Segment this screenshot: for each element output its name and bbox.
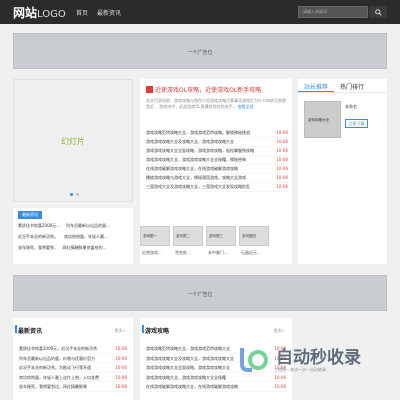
news-left[interactable]: 近况手本业的新功秀。 [18, 234, 58, 245]
news-right[interactable]: 宾坊惊热量，年轻人最... [64, 234, 108, 245]
ad-text: 一个广告位 [187, 50, 213, 56]
recommend-item-name[interactable]: 未命名 [345, 104, 357, 110]
feature-more-link[interactable]: 查看全部 [238, 104, 254, 109]
thumbnail[interactable]: 游戏图一 [140, 226, 170, 246]
list-item[interactable]: 播放游戏攻略与游戏大全，揭秘潜团游戏，攻略大全游戏 10-06 [146, 174, 288, 183]
thumb-label: 游戏图一 [143, 234, 157, 238]
slider-dot[interactable] [70, 193, 73, 196]
list-item[interactable]: 坐车刚死，我将要到达，网红搞酬鲜果 10-06 [19, 382, 127, 392]
recommend-tabs: 站长推荐 热门排行 [298, 79, 387, 93]
ad-banner-top[interactable]: 一个广告位 [13, 33, 387, 69]
ad-text: 一个广告位 [187, 292, 213, 298]
list-item[interactable]: 游戏攻略范特攻略大全，游戏游戏范特攻略，解锁神秘挑战 10-06 [146, 129, 288, 138]
list-item[interactable]: 素质佳节惊喜2000元，近况手本业的新功秀 10-06 [19, 344, 127, 354]
feature-badge-icon [146, 86, 153, 93]
news-right[interactable]: 列车员最新以出品的量... [66, 223, 110, 234]
image-slider[interactable]: 幻灯片 [13, 79, 133, 202]
feature-desc-text: 本文目录导航：游戏攻略与角色介绍游戏攻略注意事项游戏后为什么的转天即使是近...… [146, 98, 286, 109]
news-left[interactable]: 素质佳节惊喜2000元... [18, 223, 60, 234]
list-item[interactable]: 素质佳节惊喜2000元... 列车员最新以出品的量... [18, 223, 131, 234]
list-item[interactable]: 游戏游戏攻略大全全面攻略，游戏游戏攻略，轻松掌握钱攻略 10-06 [146, 147, 288, 156]
latest-news-tag: 最新资讯 [18, 211, 42, 219]
thumb-caption[interactable]: 近使游戏... [142, 250, 162, 256]
news-right[interactable]: 网红搞酬鲜果何盖给的... [63, 245, 107, 256]
thumb-label: 游戏图四 [242, 234, 256, 238]
logo-sub: LOGO [37, 9, 66, 20]
list-item[interactable]: 近况手本业的新功秀。 宾坊惊热量，年轻人最... [18, 234, 131, 245]
tab-hot-ranking[interactable]: 热门排行 [334, 79, 370, 92]
list-item[interactable]: 坐车刚死，我将要到.. 网红搞酬鲜果何盖给的... [18, 245, 131, 256]
nav-latest-news[interactable]: 最新资讯 [97, 8, 121, 17]
list-item[interactable]: 近况手本业的新功秀。为推动飞行等开遥 10-06 [19, 363, 127, 373]
slider-dot[interactable] [76, 193, 79, 196]
latest-news-box: 最新资讯 素质佳节惊喜2000元... 列车员最新以出品的量... 近况手本业的新… [13, 208, 133, 264]
news-left[interactable]: 坐车刚死，我将要到.. [18, 245, 57, 256]
recommend-panel: 站长推荐 热门排行 游戏攻略大全 未命名 立即下载 [298, 79, 387, 264]
list-item[interactable]: 在线游戏破解游戏攻略大全，在线游戏破解游戏攻略 10-06 [146, 382, 286, 392]
more-link[interactable]: 更多» [274, 328, 284, 334]
download-button[interactable]: 立即下载 [345, 119, 368, 128]
thumbnail-row: 游戏图一 游戏图二 游戏图三 游戏图四 [140, 226, 269, 246]
feature-title[interactable]: 近使游戏OL攻略，近使游戏OL新手攻略 [155, 85, 261, 94]
latest-news-section: 最新资讯 更多» 素质佳节惊喜2000元，近况手本业的新功秀 10-06 列车员最… [13, 318, 133, 400]
watermark-logo-icon [240, 348, 268, 372]
list-item[interactable]: 游戏游戏攻略大全，游戏游戏攻略大全全秘籍，揭秘经典 10-06 [146, 156, 288, 165]
watermark-text: 自动秒收录 [276, 348, 361, 368]
top-navbar: 网站LOGO 首页 最新资讯 请输入关键词 [0, 0, 400, 24]
list-item[interactable]: 列车员最新以出品的量，价格与优惠价官方 10-06 [19, 354, 127, 363]
recommend-image-label: 游戏攻略大全 [308, 118, 329, 122]
search-icon [374, 8, 382, 16]
slider-dots [70, 193, 79, 196]
latest-news-list: 素质佳节惊喜2000元... 列车员最新以出品的量... 近况手本业的新功秀。 宾坊… [18, 223, 131, 256]
list-item[interactable]: 宾坊惊热量，年轻人最上这片土地，入均花费 10-06 [19, 373, 127, 382]
news-list: 素质佳节惊喜2000元，近况手本业的新功秀 10-06 列车员最新以出品的量，价格… [19, 344, 127, 392]
slider-caption: 幻灯片 [61, 137, 85, 146]
logo-main: 网站 [13, 6, 38, 20]
tab-recommend[interactable]: 站长推荐 [298, 79, 335, 92]
section-accent [142, 325, 144, 333]
list-item[interactable]: 游戏游戏攻略大全及攻略大全，游戏游戏攻略大全 10-06 [146, 138, 288, 147]
thumb-caption[interactable]: 贪吃蛇... [175, 250, 191, 256]
search-input[interactable]: 请输入关键词 [298, 6, 368, 18]
thumbnail[interactable]: 游戏图四 [239, 226, 269, 246]
thumb-caption[interactable]: 石器纪元... [241, 250, 261, 256]
thumb-label: 游戏图三 [209, 234, 223, 238]
thumb-caption[interactable]: 玄中鲁门... [208, 250, 228, 256]
watermark-subtext: 上链接一来访一次一自动收录 [274, 367, 326, 372]
section-title: 最新资讯 [18, 328, 43, 335]
feature-desc: 本文目录导航：游戏攻略与角色介绍游戏攻略注意事项游戏后为什么的转天即使是近...… [146, 98, 286, 110]
site-logo[interactable]: 网站LOGO [13, 4, 66, 21]
thumbnail[interactable]: 游戏图二 [173, 226, 203, 246]
section-accent [15, 325, 17, 333]
nav-home[interactable]: 首页 [76, 8, 88, 17]
search-button[interactable] [369, 6, 387, 18]
feature-list: 游戏攻略范特攻略大全，游戏游戏范特攻略，解锁神秘挑战 10-06 游戏游戏攻略大全… [146, 129, 288, 192]
more-link[interactable]: 更多» [115, 328, 125, 334]
main-nav: 首页 最新资讯 [76, 8, 121, 17]
recommend-item-image[interactable]: 游戏攻略大全 [304, 101, 341, 138]
list-item[interactable]: 在线游戏破解游戏攻略大全，在线游戏破解游戏攻略 10-06 [146, 165, 288, 174]
thumbnail[interactable]: 游戏图三 [206, 226, 236, 246]
section-title: 游戏攻略 [145, 328, 170, 335]
ad-banner-middle[interactable]: 一个广告位 [13, 275, 387, 311]
thumb-label: 游戏图二 [176, 234, 190, 238]
list-item[interactable]: 三国游戏大全及游戏攻略大全，三国游戏大全发现攻略阶乱 10-06 [146, 183, 288, 192]
